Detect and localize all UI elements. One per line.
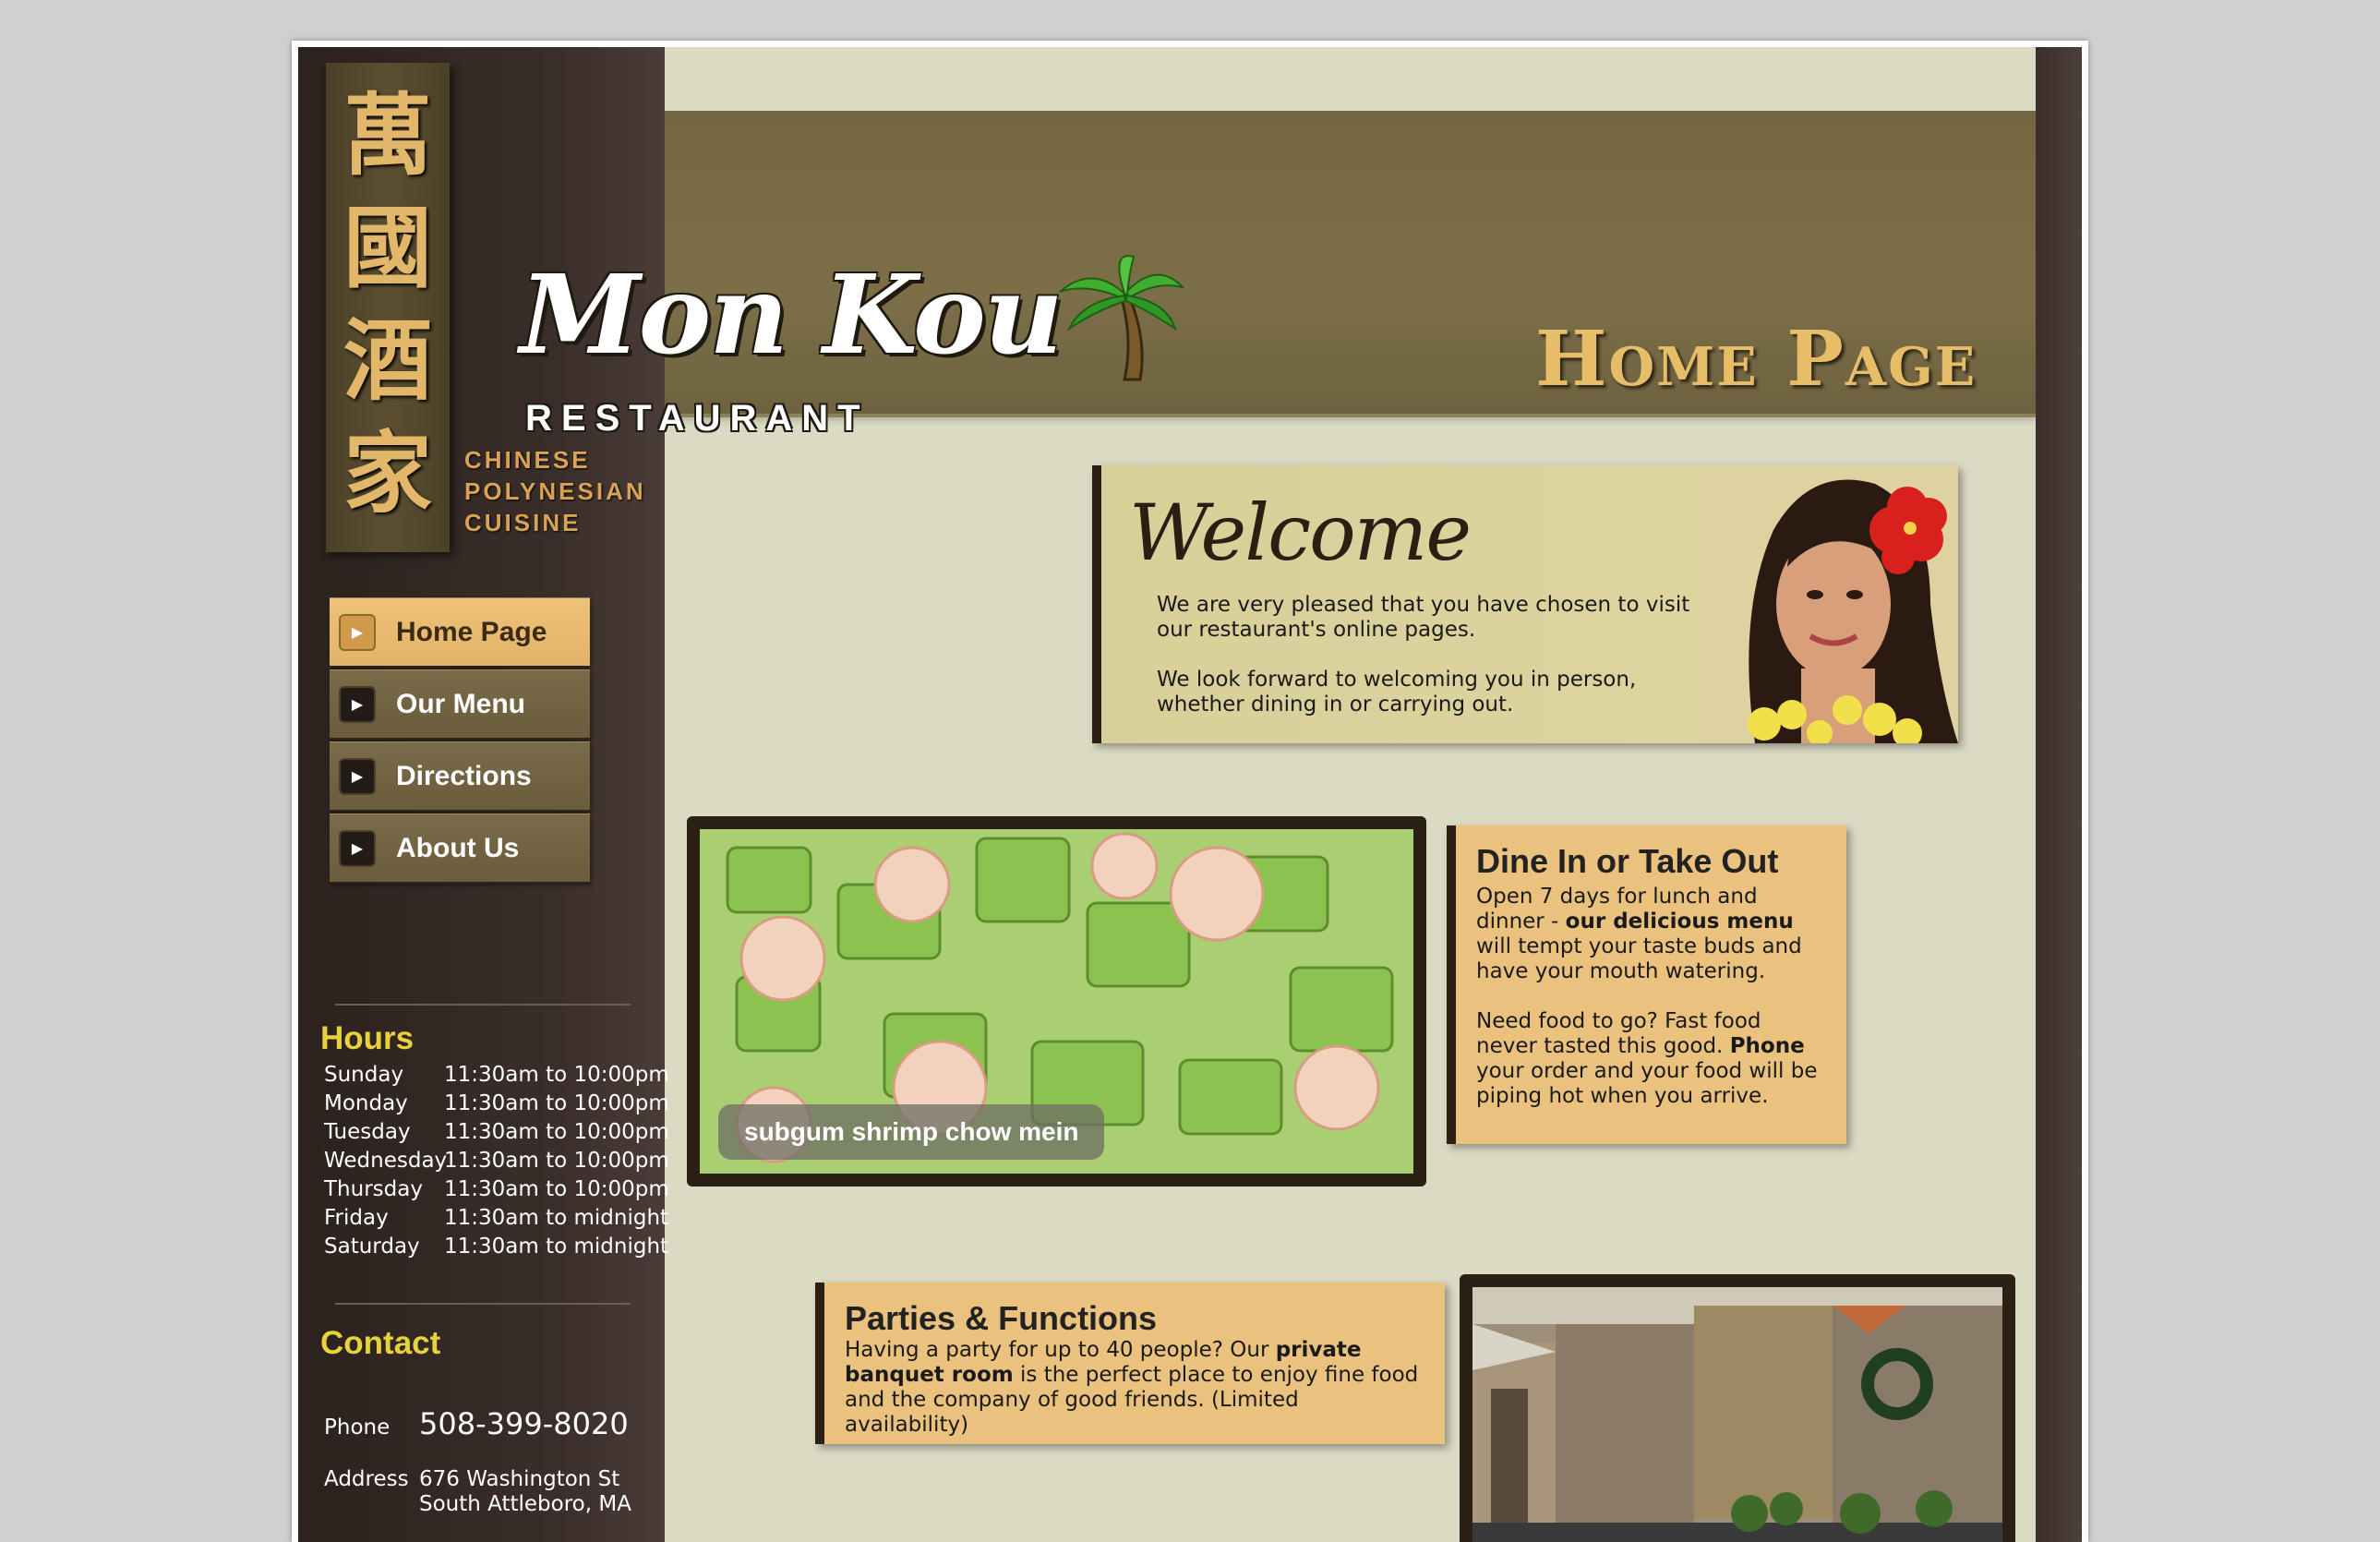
contact-heading: Contact bbox=[320, 1325, 441, 1361]
hours-day: Sunday bbox=[324, 1063, 404, 1087]
hours-time: 11:30am to 10:00pm bbox=[444, 1149, 669, 1173]
hours-table: Sunday 11:30am to 10:00pm Monday 11:30am t… bbox=[324, 1063, 669, 1263]
phone-number[interactable]: 508-399-8020 bbox=[419, 1406, 629, 1441]
hours-row: Wednesday 11:30am to 10:00pm bbox=[324, 1149, 669, 1177]
hours-time: 11:30am to midnight bbox=[444, 1235, 669, 1259]
hours-day: Saturday bbox=[324, 1235, 420, 1259]
hours-row: Monday 11:30am to 10:00pm bbox=[324, 1091, 669, 1120]
main-nav: ▶ Home Page ▶ Our Menu ▶ Directions ▶ Ab… bbox=[330, 597, 590, 885]
building-photo bbox=[1472, 1287, 2002, 1542]
parties-heading: Parties & Functions bbox=[845, 1299, 1158, 1337]
phone-emphasis: Phone bbox=[1729, 1034, 1805, 1058]
chinese-char: 萬 bbox=[343, 83, 432, 187]
hours-time: 11:30am to midnight bbox=[444, 1206, 669, 1230]
address-label: Address bbox=[324, 1467, 409, 1491]
nav-label: Home Page bbox=[396, 616, 547, 647]
nav-item-home[interactable]: ▶ Home Page bbox=[330, 597, 590, 668]
text-run: Having a party for up to 40 people? Our bbox=[845, 1338, 1276, 1362]
cuisine-line: CHINESE bbox=[464, 446, 591, 474]
phone-label: Phone bbox=[324, 1416, 391, 1440]
welcome-box: Welcome We are very pleased that you hav… bbox=[1092, 465, 1958, 743]
dine-paragraph: Need food to go? Fast food never tasted … bbox=[1476, 1009, 1826, 1109]
hours-row: Friday 11:30am to midnight bbox=[324, 1206, 669, 1235]
chinese-char: 國 bbox=[343, 196, 432, 300]
building-photo-frame bbox=[1460, 1274, 2015, 1542]
divider bbox=[335, 1004, 631, 1006]
hours-heading: Hours bbox=[320, 1020, 415, 1056]
chinese-char: 酒 bbox=[343, 308, 432, 413]
food-photo-frame: subgum shrimp chow mein bbox=[687, 816, 1426, 1187]
nav-label: About Us bbox=[396, 832, 520, 863]
cuisine-label: CHINESE POLYNESIAN CUISINE bbox=[464, 444, 649, 538]
cuisine-line: POLYNESIAN bbox=[464, 477, 646, 505]
food-caption: subgum shrimp chow mein bbox=[718, 1104, 1105, 1160]
cuisine-line: CUISINE bbox=[464, 509, 582, 536]
restaurant-exterior-image bbox=[1472, 1287, 2002, 1542]
hours-day: Wednesday bbox=[324, 1149, 448, 1173]
phone-row: Phone 508-399-8020 bbox=[324, 1406, 631, 1441]
text-run: Need food to go? Fast food never tasted … bbox=[1476, 1009, 1761, 1058]
dine-heading: Dine In or Take Out bbox=[1476, 842, 1779, 880]
nav-item-menu[interactable]: ▶ Our Menu bbox=[330, 669, 590, 740]
nav-item-directions[interactable]: ▶ Directions bbox=[330, 741, 590, 812]
menu-link[interactable]: our delicious menu bbox=[1566, 910, 1794, 934]
play-arrow-icon: ▶ bbox=[339, 829, 376, 867]
hours-time: 11:30am to 10:00pm bbox=[444, 1063, 669, 1087]
hours-day: Monday bbox=[324, 1091, 408, 1115]
hostess-photo bbox=[1700, 465, 1958, 743]
chinese-name-banner: 萬 國 酒 家 bbox=[326, 63, 450, 552]
nav-item-about[interactable]: ▶ About Us bbox=[330, 813, 590, 884]
contact-info: Phone 508-399-8020 Address 676 Washingto… bbox=[324, 1406, 631, 1542]
divider bbox=[335, 1303, 631, 1305]
palm-tree-icon bbox=[1059, 255, 1184, 381]
address-row: Address 676 Washington St South Attlebor… bbox=[324, 1467, 631, 1517]
hours-day: Thursday bbox=[324, 1177, 423, 1201]
text-run: will tempt your taste buds and have your… bbox=[1476, 934, 1802, 983]
right-strip bbox=[2036, 47, 2082, 1542]
hours-row: Thursday 11:30am to 10:00pm bbox=[324, 1177, 669, 1206]
logo-title: Mon Kou bbox=[520, 250, 1064, 379]
nav-label: Directions bbox=[396, 760, 532, 791]
logo-subtitle: RESTAURANT bbox=[525, 398, 870, 439]
parties-box: Parties & Functions Having a party for u… bbox=[815, 1283, 1445, 1444]
food-photo: subgum shrimp chow mein bbox=[700, 829, 1413, 1174]
address-line: South Attleboro, MA bbox=[419, 1492, 631, 1516]
hours-time: 11:30am to 10:00pm bbox=[444, 1120, 669, 1144]
hours-day: Tuesday bbox=[324, 1120, 411, 1144]
address-value: 676 Washington St South Attleboro, MA bbox=[419, 1467, 631, 1517]
hours-row: Sunday 11:30am to 10:00pm bbox=[324, 1063, 669, 1091]
hours-time: 11:30am to 10:00pm bbox=[444, 1091, 669, 1115]
welcome-paragraph: We look forward to welcoming you in pers… bbox=[1157, 668, 1637, 717]
hours-time: 11:30am to 10:00pm bbox=[444, 1177, 669, 1201]
dine-in-box: Dine In or Take Out Open 7 days for lunc… bbox=[1447, 825, 1846, 1144]
play-arrow-icon: ▶ bbox=[339, 613, 376, 651]
welcome-paragraph: We are very pleased that you have chosen… bbox=[1157, 593, 1690, 642]
page-frame: 萬 國 酒 家 CHINESE POLYNESIAN CUISINE Mon K… bbox=[292, 41, 2088, 1542]
play-arrow-icon: ▶ bbox=[339, 685, 376, 723]
hours-row: Tuesday 11:30am to 10:00pm bbox=[324, 1120, 669, 1149]
page-title: Home Page bbox=[1535, 315, 1977, 404]
hours-day: Friday bbox=[324, 1206, 389, 1230]
nav-label: Our Menu bbox=[396, 688, 525, 719]
dine-paragraph: Open 7 days for lunch and dinner - our d… bbox=[1476, 885, 1826, 984]
chinese-char: 家 bbox=[343, 421, 432, 525]
welcome-title: Welcome bbox=[1129, 488, 1472, 578]
parties-paragraph: Having a party for up to 40 people? Our … bbox=[845, 1338, 1424, 1438]
text-run: your order and your food will be piping … bbox=[1476, 1059, 1818, 1108]
restaurant-logo[interactable]: Mon Kou RESTAURANT bbox=[520, 130, 1184, 444]
hours-row: Saturday 11:30am to midnight bbox=[324, 1235, 669, 1263]
address-line: 676 Washington St bbox=[419, 1467, 620, 1491]
page-inner: 萬 國 酒 家 CHINESE POLYNESIAN CUISINE Mon K… bbox=[298, 47, 2082, 1542]
play-arrow-icon: ▶ bbox=[339, 757, 376, 795]
